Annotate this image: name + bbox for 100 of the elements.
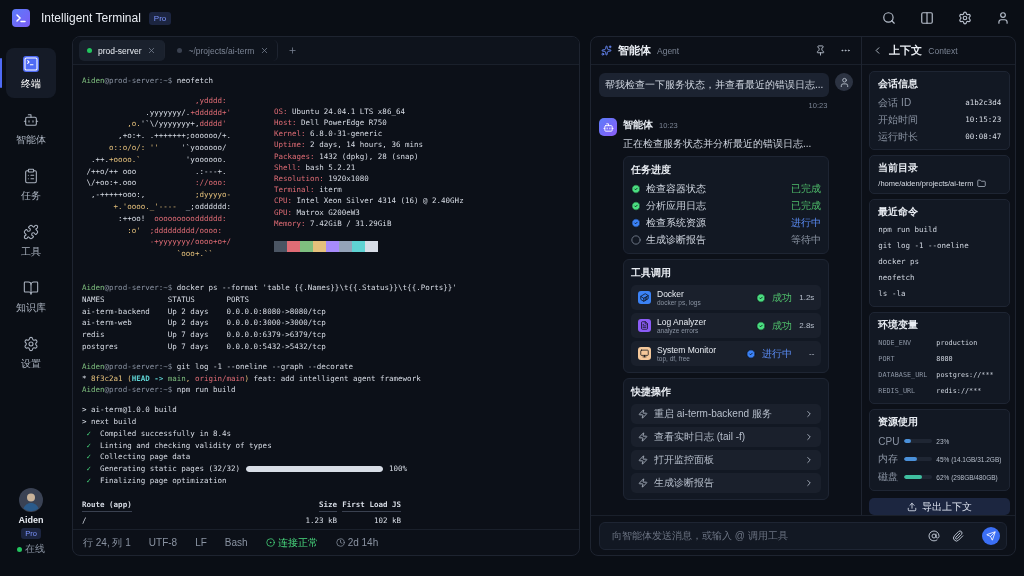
task-label: 检查容器状态	[646, 182, 707, 196]
check-circle-icon	[631, 218, 641, 228]
message-field[interactable]: 向智能体发送消息，或输入 @ 调用工具	[599, 521, 1007, 550]
lightning-icon	[638, 478, 648, 488]
tool-name: Log Analyzer	[657, 317, 708, 327]
card-title: 会话信息	[878, 77, 920, 91]
panel-title: 智能体	[618, 43, 651, 58]
usage-bar	[904, 475, 933, 479]
lightning-icon	[638, 409, 648, 419]
send-icon	[986, 530, 996, 541]
empty-circle-icon	[631, 235, 641, 245]
card-title: 资源使用	[878, 415, 920, 429]
lightning-icon	[638, 432, 648, 442]
terminal-tab[interactable]: prod-server	[79, 40, 166, 61]
folder-icon[interactable]	[977, 179, 987, 188]
terminal-tab[interactable]: ~/projects/ai-term	[169, 40, 279, 61]
online-status: 在线	[25, 542, 45, 556]
send-button[interactable]	[982, 526, 1000, 545]
quick-action-button[interactable]: 查看实时日志 (tail -f)	[631, 427, 822, 447]
task-label: 分析应用日志	[646, 199, 707, 213]
check-circle-icon	[746, 348, 757, 359]
clipboard-icon	[23, 167, 39, 184]
search-icon[interactable]	[882, 11, 896, 25]
user-icon[interactable]	[996, 11, 1010, 25]
mention-icon[interactable]	[928, 529, 940, 542]
card-title: 快捷操作	[631, 385, 672, 399]
card-title: 任务进度	[631, 163, 672, 177]
clock-icon	[335, 538, 345, 547]
user-name: Aiden	[18, 515, 44, 525]
avatar	[19, 488, 43, 512]
field-label: 运行时长	[878, 129, 919, 144]
bot-avatar-icon	[599, 118, 617, 136]
tab-label: ~/projects/ai-term	[188, 45, 255, 56]
check-circle-icon	[631, 184, 641, 194]
sparkle-icon	[601, 45, 612, 56]
task-status: 等待中	[791, 233, 822, 247]
tool-status: 成功	[772, 290, 793, 305]
panel-title: 上下文	[889, 43, 923, 58]
field-label: 会话 ID	[878, 95, 912, 110]
panel-subtitle: Context	[928, 45, 958, 56]
quick-action-button[interactable]: 打开监控面板	[631, 450, 822, 470]
status-item: Bash	[224, 537, 248, 548]
status-item: LF	[195, 537, 207, 548]
paperclip-icon[interactable]	[952, 529, 964, 542]
quick-action-button[interactable]: 生成诊断报告	[631, 473, 822, 493]
app-title: Intelligent Terminal	[41, 11, 141, 25]
tool-name: System Monitor	[657, 345, 718, 355]
check-circle-icon	[756, 320, 767, 331]
close-icon[interactable]	[147, 46, 157, 55]
gear-icon	[23, 335, 39, 352]
tool-name: Docker	[657, 289, 685, 299]
check-circle-icon	[631, 201, 641, 211]
card-title: 最近命令	[878, 205, 920, 219]
app-logo-icon	[12, 9, 30, 27]
agent-name: 智能体	[623, 118, 653, 132]
tool-duration: 2.8s	[798, 321, 815, 330]
book-icon	[23, 279, 39, 296]
card-title: 环境变量	[878, 318, 920, 332]
quick-action-button[interactable]: 重启 ai-term-backend 服务	[631, 404, 822, 424]
task-status: 已完成	[791, 199, 822, 213]
lightning-icon	[638, 455, 648, 465]
status-dot	[17, 546, 22, 552]
close-icon[interactable]	[260, 46, 270, 55]
message-input[interactable]: 向智能体发送消息，或输入 @ 调用工具	[610, 529, 916, 542]
connection-status: 连接正常	[277, 535, 318, 550]
task-status: 已完成	[791, 182, 822, 196]
field-label: 开始时间	[878, 112, 919, 127]
uptime-text: 2d 14h	[347, 537, 379, 548]
terminal-icon	[23, 55, 39, 72]
user-avatar-icon	[835, 73, 854, 91]
task-label: 生成诊断报告	[646, 233, 707, 247]
plan-badge: Pro	[148, 11, 172, 25]
tool-status: 成功	[772, 318, 793, 333]
export-button[interactable]: 导出上下文	[869, 498, 1011, 515]
usage-bar	[904, 457, 933, 461]
status-item: UTF-8	[148, 537, 178, 548]
panel-subtitle: Agent	[657, 45, 680, 56]
tab-label: prod-server	[98, 45, 142, 56]
plus-icon[interactable]	[288, 46, 298, 55]
pin-icon[interactable]	[815, 45, 827, 56]
check-circle-icon	[756, 292, 767, 303]
card-title: 工具调用	[631, 266, 672, 280]
robot-icon	[23, 111, 39, 128]
tool-duration: 1.2s	[798, 293, 815, 302]
tool-duration: --	[808, 349, 815, 358]
resource-label: 磁盘	[878, 470, 900, 484]
export-icon	[907, 501, 918, 512]
connection-icon	[265, 538, 275, 547]
task-label: 检查系统资源	[646, 216, 707, 230]
split-view-icon[interactable]	[920, 11, 934, 25]
tool-status: 进行中	[762, 346, 793, 361]
resource-label: CPU	[878, 435, 901, 447]
resource-label: 内存	[878, 452, 900, 466]
card-title: 当前目录	[878, 161, 920, 175]
agent-message: 正在检查服务状态并分析最近的错误日志...	[623, 137, 813, 151]
settings-icon[interactable]	[958, 11, 972, 25]
user-message: 帮我检查一下服务状态，并查看最近的错误日志...	[599, 73, 830, 97]
task-status: 进行中	[791, 216, 822, 230]
puzzle-icon	[23, 223, 39, 240]
status-item: 行 24, 列 1	[83, 535, 131, 550]
